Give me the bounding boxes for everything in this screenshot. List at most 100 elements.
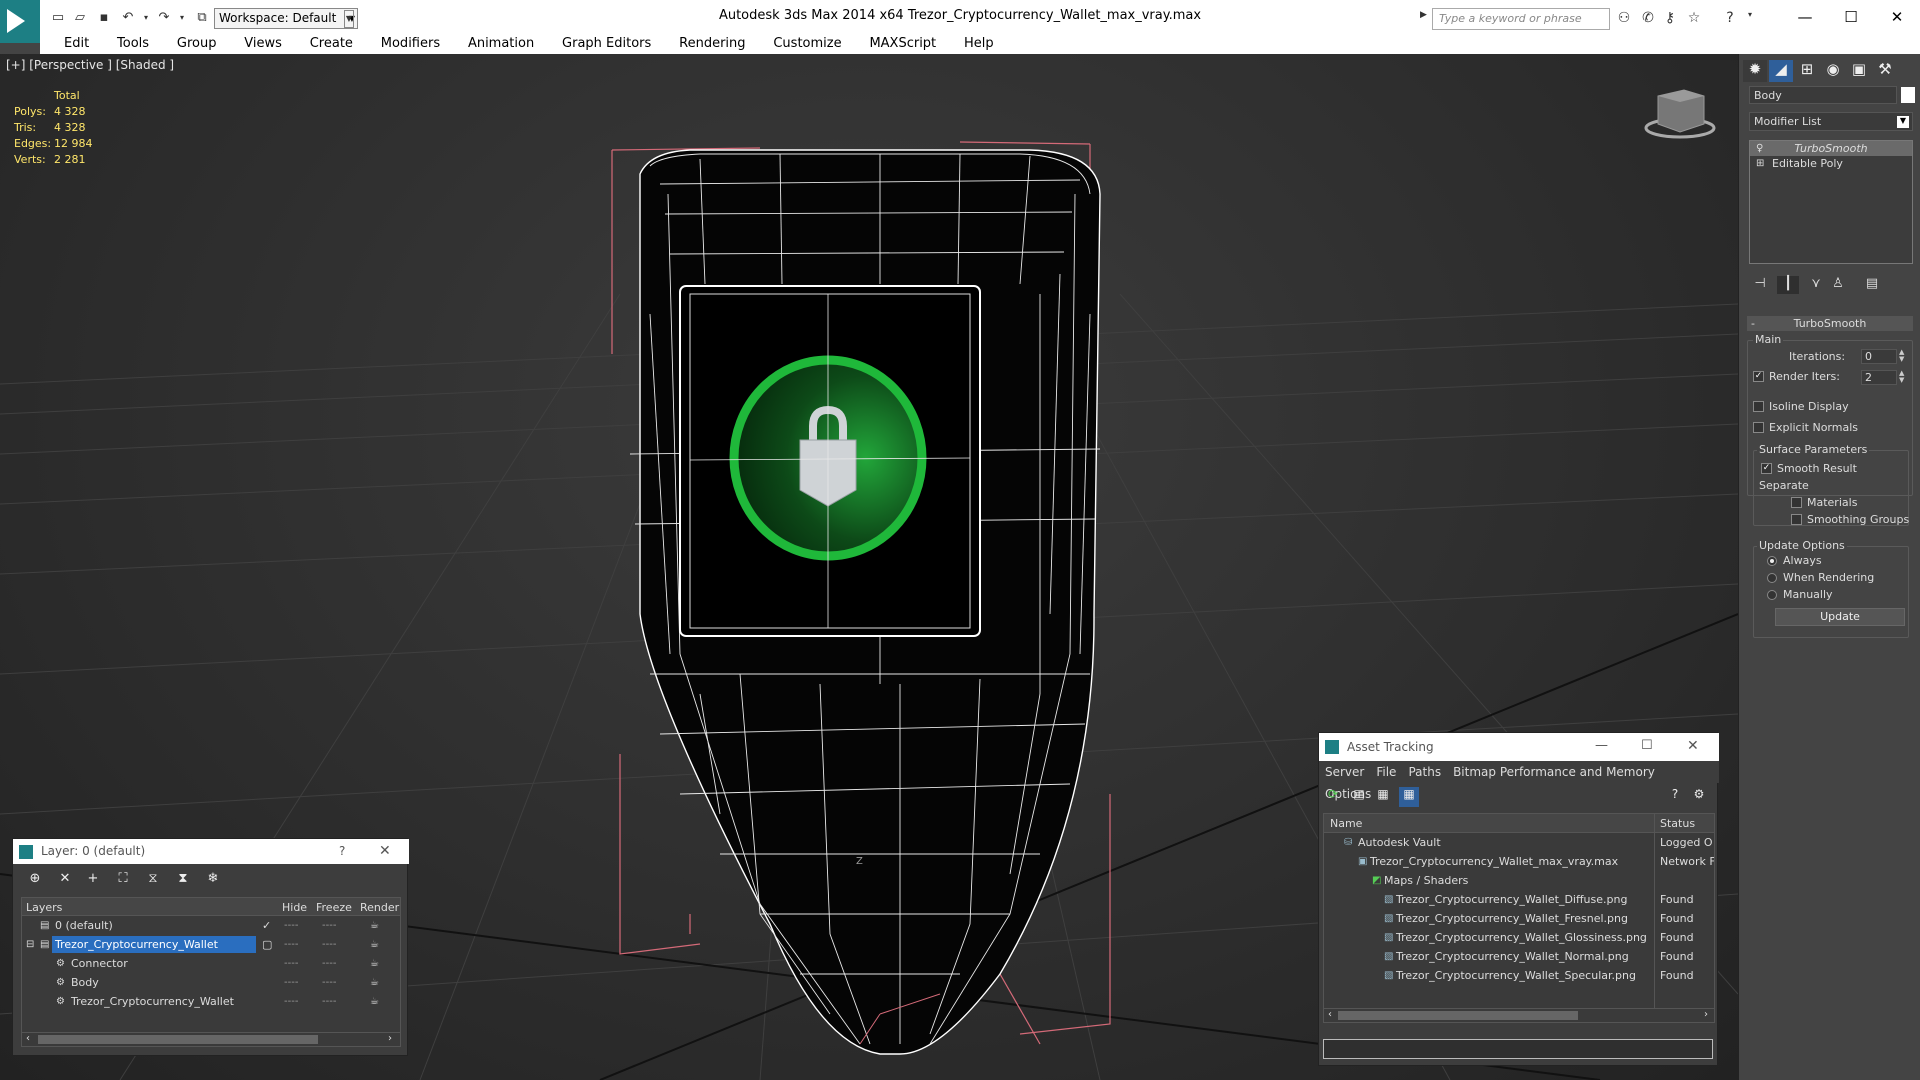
menu-create[interactable]: Create <box>298 34 365 54</box>
add-to-layer-icon[interactable]: + <box>81 871 105 891</box>
isoline-display-checkbox[interactable] <box>1753 401 1764 412</box>
asset-row[interactable]: ⛁ Autodesk Vault Logged O <box>1324 833 1714 852</box>
col-layers[interactable]: Layers <box>26 901 62 914</box>
lightbulb-icon[interactable]: ♀ <box>1756 141 1763 156</box>
scrollbar-thumb[interactable] <box>38 1035 318 1044</box>
col-status[interactable]: Status <box>1660 817 1695 830</box>
layer-row[interactable]: ⚙ Body ---- ---- ☕ <box>22 973 400 992</box>
save-file-icon[interactable]: ▪ <box>94 9 114 27</box>
scroll-left-icon[interactable]: ‹ <box>26 1033 30 1044</box>
open-file-icon[interactable]: ▱ <box>70 9 90 27</box>
manually-radio[interactable] <box>1767 590 1777 600</box>
make-unique-icon[interactable]: ⋎ <box>1805 276 1827 294</box>
display-tab-icon[interactable]: ▣ <box>1847 60 1871 82</box>
pin-stack-icon[interactable]: ⊣ <box>1749 276 1771 294</box>
render-iters-checkbox[interactable]: ✓ <box>1753 371 1764 382</box>
col-freeze[interactable]: Freeze <box>316 901 352 914</box>
freeze-toggle[interactable]: ---- <box>322 973 336 992</box>
asset-window-titlebar[interactable]: Asset Tracking — ☐ ✕ <box>1319 733 1719 761</box>
workspace-dropdown[interactable]: Workspace: Default ▼ <box>214 8 358 29</box>
asset-row[interactable]: ▧ Trezor_Cryptocurrency_Wallet_Diffuse.p… <box>1324 890 1714 909</box>
horizontal-scrollbar[interactable]: ‹ › <box>22 1032 400 1046</box>
utilities-tab-icon[interactable]: ⚒ <box>1873 60 1897 82</box>
hide-toggle[interactable]: ---- <box>284 954 298 973</box>
render-teapot-icon[interactable]: ☕ <box>370 916 379 935</box>
asset-menu-server[interactable]: Server <box>1319 761 1370 783</box>
redo-dropdown-icon[interactable]: ▾ <box>172 9 192 27</box>
object-name-field[interactable]: Body <box>1749 86 1897 104</box>
spinner-arrows-icon[interactable]: ▲ ▼ <box>1899 370 1907 385</box>
render-teapot-icon[interactable]: ☕ <box>370 935 379 954</box>
asset-row[interactable]: ◩ Maps / Shaders <box>1324 871 1714 890</box>
menu-group[interactable]: Group <box>165 34 229 54</box>
app-menu-button[interactable] <box>0 0 40 43</box>
asset-menu-bitmap[interactable]: Bitmap Performance and Memory <box>1447 761 1661 783</box>
always-radio[interactable] <box>1767 556 1777 566</box>
help-dropdown-icon[interactable]: ▾ <box>1740 10 1760 28</box>
configure-modifier-sets-icon[interactable]: ▤ <box>1861 276 1883 294</box>
freeze-toggle[interactable]: ---- <box>322 954 336 973</box>
update-button[interactable]: Update <box>1775 608 1905 626</box>
current-layer-box-icon[interactable]: ▢ <box>262 935 272 954</box>
col-hide[interactable]: Hide <box>282 901 307 914</box>
scroll-right-icon[interactable]: › <box>1704 1009 1708 1020</box>
layer-window-titlebar[interactable]: Layer: 0 (default) ? ✕ <box>13 839 409 864</box>
spinner-arrows-icon[interactable]: ▲ ▼ <box>1899 349 1907 364</box>
menu-views[interactable]: Views <box>232 34 294 54</box>
help-icon[interactable]: ? <box>1720 10 1740 28</box>
render-teapot-icon[interactable]: ☕ <box>370 954 379 973</box>
search-input[interactable]: Type a keyword or phrase <box>1432 8 1610 30</box>
list-view-icon[interactable]: ▤ <box>1349 787 1369 807</box>
asset-row[interactable]: ▣ Trezor_Cryptocurrency_Wallet_max_vray.… <box>1324 852 1714 871</box>
menu-maxscript[interactable]: MAXScript <box>857 34 948 54</box>
asset-row[interactable]: ▧ Trezor_Cryptocurrency_Wallet_Normal.pn… <box>1324 947 1714 966</box>
motion-tab-icon[interactable]: ◉ <box>1821 60 1845 82</box>
search-expand-icon[interactable]: ▶ <box>1420 10 1430 30</box>
table-view-icon[interactable]: ▦ <box>1399 787 1419 807</box>
select-objects-icon[interactable]: ⛶ <box>111 871 135 891</box>
close-icon[interactable]: ✕ <box>379 843 391 859</box>
modify-tab-icon[interactable]: ◢ <box>1769 60 1793 82</box>
freeze-toggle[interactable]: ---- <box>322 916 336 935</box>
hide-all-layers-icon[interactable]: ⧗ <box>171 871 195 891</box>
smoothing-groups-checkbox[interactable] <box>1791 514 1802 525</box>
thumbnail-view-icon[interactable]: ▦ <box>1373 787 1393 807</box>
when-rendering-radio[interactable] <box>1767 573 1777 583</box>
hide-toggle[interactable]: ---- <box>284 916 298 935</box>
freeze-toggle[interactable]: ---- <box>322 935 336 954</box>
layer-row[interactable]: ⚙ Connector ---- ---- ☕ <box>22 954 400 973</box>
viewport-label[interactable]: [+] [Perspective ] [Shaded ] <box>6 58 174 72</box>
new-file-icon[interactable]: ▭ <box>48 9 68 27</box>
render-teapot-icon[interactable]: ☕ <box>370 992 379 1011</box>
iterations-spinner[interactable]: 0 <box>1861 349 1897 364</box>
asset-row[interactable]: ▧ Trezor_Cryptocurrency_Wallet_Specular.… <box>1324 966 1714 985</box>
scrollbar-thumb[interactable] <box>1338 1011 1578 1020</box>
favorites-star-icon[interactable]: ☆ <box>1684 10 1704 28</box>
minimize-icon[interactable]: — <box>1595 738 1608 753</box>
hide-toggle[interactable]: ---- <box>284 935 298 954</box>
delete-layer-icon[interactable]: ✕ <box>53 871 77 891</box>
col-name[interactable]: Name <box>1330 817 1362 830</box>
close-button[interactable]: ✕ <box>1874 4 1920 30</box>
object-color-swatch[interactable] <box>1901 87 1915 103</box>
menu-graph-editors[interactable]: Graph Editors <box>550 34 663 54</box>
freeze-toggle[interactable]: ---- <box>322 992 336 1011</box>
asset-row[interactable]: ▧ Trezor_Cryptocurrency_Wallet_Glossines… <box>1324 928 1714 947</box>
modifier-list-dropdown[interactable]: Modifier List ▼ <box>1749 112 1913 131</box>
create-layer-icon[interactable]: ⊕ <box>23 871 47 891</box>
maximize-button[interactable]: ☐ <box>1828 4 1874 30</box>
menu-tools[interactable]: Tools <box>105 34 161 54</box>
hide-toggle[interactable]: ---- <box>284 992 298 1011</box>
maximize-icon[interactable]: ☐ <box>1641 738 1653 753</box>
undo-dropdown-icon[interactable]: ▾ <box>136 9 156 27</box>
highlight-layer-icon[interactable]: ⧖ <box>141 871 165 891</box>
stack-item-turbosmooth[interactable]: ♀ TurboSmooth <box>1750 141 1912 156</box>
horizontal-scrollbar[interactable]: ‹ › <box>1324 1008 1714 1022</box>
help-icon[interactable]: ? <box>339 844 345 858</box>
menu-help[interactable]: Help <box>952 34 1006 54</box>
key-icon[interactable]: ⚷ <box>1660 10 1680 28</box>
freeze-all-layers-icon[interactable]: ❄ <box>201 871 225 891</box>
close-icon[interactable]: ✕ <box>1687 738 1699 754</box>
render-teapot-icon[interactable]: ☕ <box>370 973 379 992</box>
explicit-normals-checkbox[interactable] <box>1753 422 1764 433</box>
